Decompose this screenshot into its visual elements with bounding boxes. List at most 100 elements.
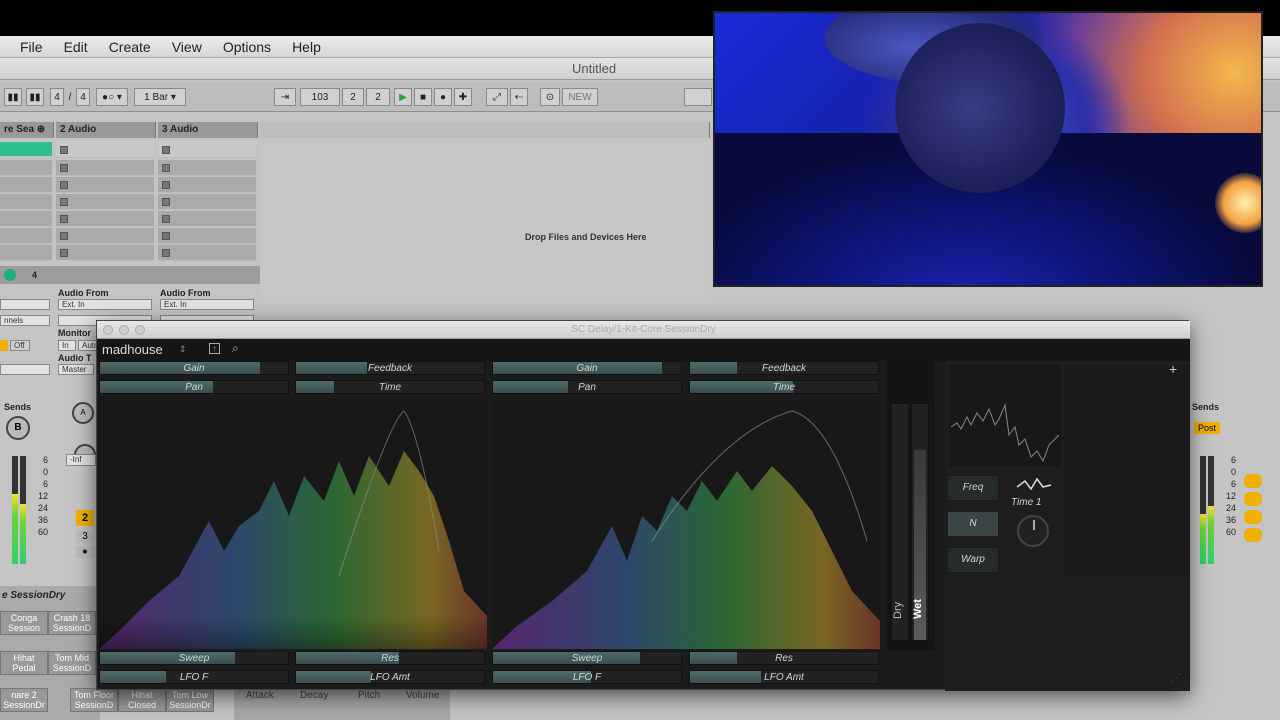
time1-knob[interactable] bbox=[1017, 515, 1049, 547]
input-select-2[interactable]: Ext. In bbox=[58, 299, 152, 310]
left-sweep-slider[interactable]: Sweep bbox=[99, 651, 289, 665]
add-module-icon[interactable]: + bbox=[1169, 361, 1177, 377]
send-a-knob[interactable]: A bbox=[72, 402, 94, 424]
crossfade-a-icon[interactable] bbox=[1244, 474, 1262, 488]
left-gain-slider[interactable]: Gain bbox=[99, 361, 289, 375]
right-res-slider[interactable]: Res bbox=[689, 651, 879, 665]
drum-pad-tom-mid[interactable]: Tom Mid SessionD bbox=[48, 651, 96, 675]
clip-slot[interactable] bbox=[56, 211, 154, 227]
left-lfo-f-slider[interactable]: LFO F bbox=[99, 670, 289, 684]
right-time-slider[interactable]: Time bbox=[689, 380, 879, 394]
input-select-3[interactable]: Ext. In bbox=[160, 299, 254, 310]
param-volume[interactable]: Volume bbox=[406, 690, 439, 701]
left-feedback-slider[interactable]: Feedback bbox=[295, 361, 485, 375]
crossfade-d-icon[interactable] bbox=[1244, 528, 1262, 542]
close-window-icon[interactable] bbox=[103, 325, 113, 335]
search-icon[interactable]: ⌕ bbox=[232, 341, 239, 356]
tap-tempo-icon[interactable]: ▮▮ bbox=[4, 88, 22, 106]
menu-file[interactable]: File bbox=[20, 39, 43, 55]
track-header-1[interactable]: re Sea ⊕ bbox=[0, 122, 54, 138]
drum-pad-tom-floor[interactable]: Tom Floor SessionD bbox=[70, 688, 118, 712]
quantize-select[interactable]: 1 Bar ▾ bbox=[134, 88, 186, 106]
volume-readout[interactable]: -Inf bbox=[66, 454, 96, 466]
drop-zone[interactable]: Drop Files and Devices Here bbox=[260, 142, 710, 302]
crossfade-c-icon[interactable] bbox=[1244, 510, 1262, 524]
session-record-icon[interactable]: ⊙ bbox=[540, 88, 560, 106]
clip-slot[interactable] bbox=[56, 142, 154, 158]
resize-grip-icon[interactable]: ⋰ bbox=[1171, 673, 1181, 684]
clip-slot[interactable] bbox=[158, 228, 256, 244]
left-res-slider[interactable]: Res bbox=[295, 651, 485, 665]
right-lfo-amt-slider[interactable]: LFO Amt bbox=[689, 670, 879, 684]
right-gain-slider[interactable]: Gain bbox=[492, 361, 682, 375]
clip-slot[interactable] bbox=[56, 245, 154, 261]
clip-slot[interactable] bbox=[56, 194, 154, 210]
back-to-arrangement-icon[interactable]: ⇠ bbox=[510, 88, 528, 106]
crossfade-b-icon[interactable] bbox=[1244, 492, 1262, 506]
clip-slot[interactable] bbox=[158, 194, 256, 210]
drum-pad-snare[interactable]: nare 2 SessionDr bbox=[0, 688, 48, 712]
clip-slot[interactable] bbox=[0, 211, 52, 227]
right-spectrum-display[interactable] bbox=[492, 401, 880, 649]
drum-pad-crash[interactable]: Crash 18 SessionD bbox=[48, 611, 96, 635]
overdub-icon[interactable]: ✚ bbox=[454, 88, 472, 106]
clip-slot[interactable] bbox=[56, 160, 154, 176]
clip-slot[interactable] bbox=[158, 177, 256, 193]
warp-button[interactable]: Warp bbox=[947, 547, 999, 573]
param-decay[interactable]: Decay bbox=[300, 690, 328, 701]
right-feedback-slider[interactable]: Feedback bbox=[689, 361, 879, 375]
play-icon[interactable]: ▶ bbox=[394, 88, 412, 106]
clip-slot[interactable] bbox=[158, 211, 256, 227]
solo-button[interactable]: 3 bbox=[76, 531, 94, 543]
menu-edit[interactable]: Edit bbox=[64, 39, 88, 55]
drum-pad-tom-low[interactable]: Tom Low SessionDr bbox=[166, 688, 214, 712]
menu-create[interactable]: Create bbox=[109, 39, 151, 55]
track-header-2[interactable]: 2 Audio bbox=[56, 122, 156, 138]
n-button[interactable]: N bbox=[947, 511, 999, 537]
transport-extra[interactable] bbox=[684, 88, 712, 106]
waveform-display[interactable] bbox=[949, 365, 1061, 467]
track-header-3[interactable]: 3 Audio bbox=[158, 122, 258, 138]
arm-button[interactable]: ● bbox=[76, 546, 94, 558]
follow-icon[interactable]: ⇥ bbox=[274, 88, 296, 106]
left-pan-slider[interactable]: Pan bbox=[99, 380, 289, 394]
clip-slot[interactable] bbox=[158, 160, 256, 176]
record-icon[interactable]: ● bbox=[434, 88, 452, 106]
zoom-window-icon[interactable] bbox=[135, 325, 145, 335]
output-select[interactable]: Master bbox=[58, 364, 94, 375]
send-b-knob[interactable]: B bbox=[6, 416, 30, 440]
monitor-in-button[interactable]: In bbox=[58, 340, 76, 351]
metronome-icon[interactable]: ▮▮ bbox=[26, 88, 44, 106]
channel-select-1[interactable]: nnels bbox=[0, 315, 50, 326]
clip-slot[interactable] bbox=[0, 160, 52, 176]
record-mode-icon[interactable]: ●○ ▾ bbox=[96, 88, 128, 106]
clip-slot[interactable] bbox=[0, 194, 52, 210]
clip-slot[interactable] bbox=[0, 228, 52, 244]
left-time-slider[interactable]: Time bbox=[295, 380, 485, 394]
left-spectrum-display[interactable] bbox=[99, 401, 487, 649]
freq-button[interactable]: Freq bbox=[947, 475, 999, 501]
playing-clip[interactable] bbox=[0, 142, 52, 156]
clip-slot[interactable] bbox=[0, 177, 52, 193]
track-arm-icon[interactable] bbox=[4, 269, 16, 281]
input-select-1[interactable] bbox=[0, 299, 50, 310]
drum-pad-hihat-pedal[interactable]: Hihat Pedal bbox=[0, 651, 48, 675]
monitor-auto-button[interactable]: Auto bbox=[78, 340, 98, 351]
preset-arrow-icon[interactable]: ⇕ bbox=[179, 344, 187, 355]
left-lfo-amt-slider[interactable]: LFO Amt bbox=[295, 670, 485, 684]
track-number-2[interactable]: 2 bbox=[76, 510, 94, 526]
automation-icon[interactable]: ⤢ bbox=[486, 88, 508, 106]
position-sixteenth[interactable]: 2 bbox=[366, 88, 390, 106]
drum-pad-conga[interactable]: Conga Session bbox=[0, 611, 48, 635]
signature-denominator[interactable]: 4 bbox=[76, 88, 90, 106]
minimize-window-icon[interactable] bbox=[119, 325, 129, 335]
drum-pad-hihat-closed[interactable]: Hihat Closed bbox=[118, 688, 166, 712]
new-button[interactable]: NEW bbox=[562, 88, 598, 106]
menu-view[interactable]: View bbox=[172, 39, 202, 55]
position-beat[interactable]: 2 bbox=[342, 88, 364, 106]
clip-slot[interactable] bbox=[56, 228, 154, 244]
position-bar[interactable]: 103 bbox=[300, 88, 340, 106]
param-pitch[interactable]: Pitch bbox=[358, 690, 380, 701]
clip-slot[interactable] bbox=[158, 245, 256, 261]
output-select-1[interactable] bbox=[0, 364, 50, 375]
